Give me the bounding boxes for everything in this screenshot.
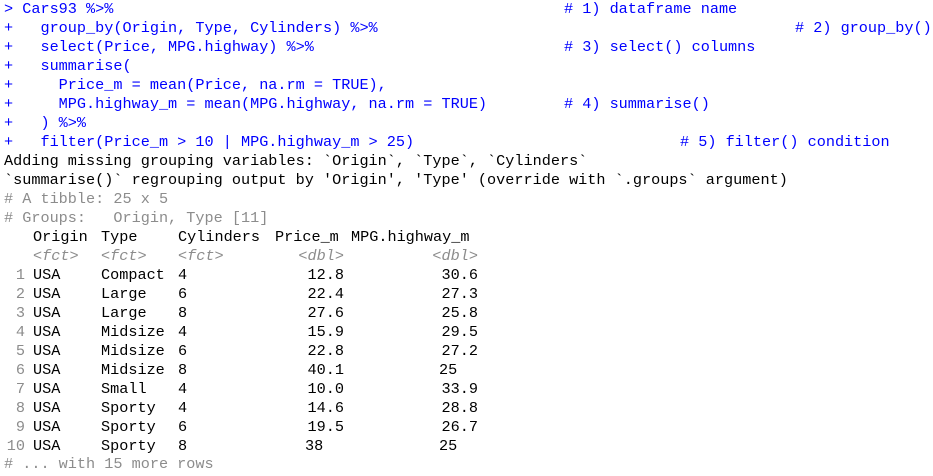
cell-origin: USA <box>33 342 61 360</box>
code-line: + MPG.highway_m = mean(MPG.highway, na.r… <box>4 95 488 113</box>
cell-price: 10.0 <box>307 380 344 398</box>
cell-origin: USA <box>33 266 61 284</box>
more-rows-note: # ... with 15 more rows <box>4 455 214 473</box>
cell-price: 12.8 <box>307 266 344 284</box>
column-header: Price_m <box>275 228 339 246</box>
cell-origin: USA <box>33 437 61 455</box>
r-console[interactable]: { "code_lines": [ {"code": "> Cars93 %>%… <box>0 0 933 476</box>
column-header: Type <box>101 228 138 246</box>
groups-header: # Groups: Origin, Type [11] <box>4 209 269 227</box>
code-comment: # 4) summarise() <box>564 95 710 113</box>
cell-mpg: 27.2 <box>441 342 478 360</box>
cell-cylinders: 4 <box>178 380 188 398</box>
code-comment: # 1) dataframe name <box>564 0 738 18</box>
row-index: 9 <box>15 418 25 436</box>
cell-type: Midsize <box>101 361 165 379</box>
row-index: 3 <box>15 304 25 322</box>
cell-cylinders: 4 <box>178 323 188 341</box>
cell-price: 27.6 <box>307 304 344 322</box>
cell-price: 19.5 <box>307 418 344 436</box>
cell-type: Large <box>101 285 147 303</box>
cell-type: Large <box>101 304 147 322</box>
column-type: <dbl> <box>298 247 344 265</box>
code-line: > Cars93 %>% <box>4 0 114 18</box>
tibble-header: # A tibble: 25 x 5 <box>4 190 169 208</box>
code-line: + ) %>% <box>4 114 87 132</box>
cell-mpg: 33.9 <box>441 380 478 398</box>
cell-mpg: 25.8 <box>441 304 478 322</box>
cell-price: 14.6 <box>307 399 344 417</box>
column-header: Cylinders <box>178 228 261 246</box>
code-line: + select(Price, MPG.highway) %>% <box>4 38 314 56</box>
cell-cylinders: 8 <box>178 437 188 455</box>
cell-price: 15.9 <box>307 323 344 341</box>
cell-cylinders: 8 <box>178 304 188 322</box>
cell-origin: USA <box>33 323 61 341</box>
row-index: 10 <box>6 437 25 455</box>
cell-type: Small <box>101 380 147 398</box>
cell-type: Sporty <box>101 399 156 417</box>
cell-mpg: 25 <box>439 437 458 455</box>
cell-mpg: 30.6 <box>441 266 478 284</box>
cell-origin: USA <box>33 361 61 379</box>
cell-cylinders: 4 <box>178 399 188 417</box>
cell-origin: USA <box>33 418 61 436</box>
row-index: 1 <box>15 266 25 284</box>
cell-origin: USA <box>33 285 61 303</box>
console-message: `summarise()` regrouping output by 'Orig… <box>4 171 788 189</box>
code-comment: # 5) filter() condition <box>680 133 890 151</box>
cell-cylinders: 6 <box>178 342 188 360</box>
cell-cylinders: 8 <box>178 361 188 379</box>
cell-price: 22.8 <box>307 342 344 360</box>
cell-cylinders: 4 <box>178 266 188 284</box>
column-type: <dbl> <box>432 247 478 265</box>
cell-mpg: 29.5 <box>441 323 478 341</box>
row-index: 8 <box>15 399 25 417</box>
column-header: Origin <box>33 228 88 246</box>
cell-price: 38 <box>305 437 324 455</box>
cell-price: 40.1 <box>307 361 344 379</box>
row-index: 6 <box>15 361 25 379</box>
cell-cylinders: 6 <box>178 418 188 436</box>
cell-price: 22.4 <box>307 285 344 303</box>
cell-type: Midsize <box>101 342 165 360</box>
row-index: 7 <box>15 380 25 398</box>
console-message: Adding missing grouping variables: `Orig… <box>4 152 588 170</box>
column-header: MPG.highway_m <box>351 228 470 246</box>
code-line: + summarise( <box>4 57 132 75</box>
code-comment: # 2) group_by() <box>795 19 932 37</box>
cell-mpg: 26.7 <box>441 418 478 436</box>
code-line: + group_by(Origin, Type, Cylinders) %>% <box>4 19 378 37</box>
cell-type: Compact <box>101 266 165 284</box>
code-line: + Price_m = mean(Price, na.rm = TRUE), <box>4 76 387 94</box>
cell-type: Sporty <box>101 437 156 455</box>
column-type: <fct> <box>101 247 147 265</box>
column-type: <fct> <box>178 247 224 265</box>
cell-origin: USA <box>33 304 61 322</box>
row-index: 4 <box>15 323 25 341</box>
cell-origin: USA <box>33 399 61 417</box>
code-line: + filter(Price_m > 10 | MPG.highway_m > … <box>4 133 415 151</box>
cell-mpg: 25 <box>439 361 458 379</box>
row-index: 5 <box>15 342 25 360</box>
code-comment: # 3) select() columns <box>564 38 756 56</box>
cell-type: Midsize <box>101 323 165 341</box>
cell-cylinders: 6 <box>178 285 188 303</box>
row-index: 2 <box>15 285 25 303</box>
cell-mpg: 28.8 <box>441 399 478 417</box>
cell-origin: USA <box>33 380 61 398</box>
column-type: <fct> <box>33 247 79 265</box>
cell-type: Sporty <box>101 418 156 436</box>
cell-mpg: 27.3 <box>441 285 478 303</box>
